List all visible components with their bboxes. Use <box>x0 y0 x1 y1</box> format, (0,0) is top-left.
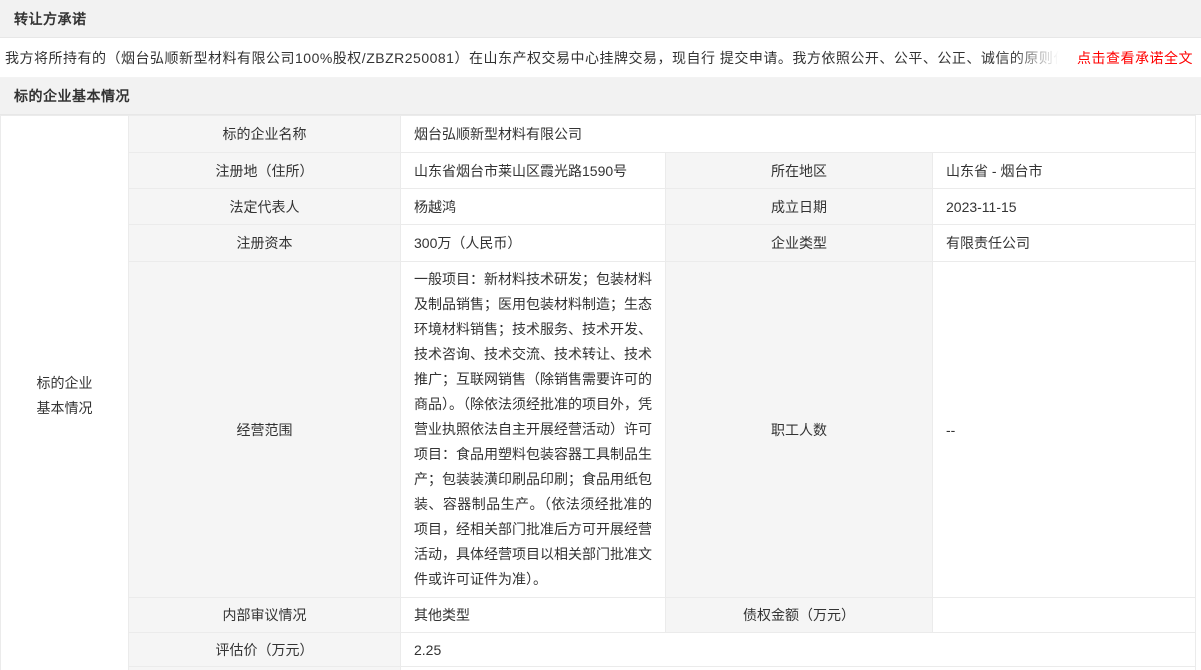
cutoff-label-cell <box>129 667 401 670</box>
row-capital-type: 注册资本 300万（人民币） 企业类型 有限责任公司 <box>1 225 1196 262</box>
field-value-debt-amount <box>933 598 1196 633</box>
basic-info-title: 标的企业基本情况 <box>14 86 130 106</box>
section-bar-basic-info: 标的企业基本情况 <box>0 78 1201 115</box>
field-label-establish-date: 成立日期 <box>666 189 933 225</box>
field-label-debt-amount: 债权金额（万元） <box>666 598 933 633</box>
field-value-legal-representative: 杨越鸿 <box>401 189 666 225</box>
field-label-legal-representative: 法定代表人 <box>129 189 401 225</box>
row-appraisal-price: 评估价（万元） 2.25 <box>1 633 1196 667</box>
group-cell-basic-info: 标的企业 基本情况 <box>1 116 129 670</box>
group-label-line1: 标的企业 <box>1 371 128 396</box>
row-address-region: 注册地（住所） 山东省烟台市莱山区霞光路1590号 所在地区 山东省 - 烟台市 <box>1 153 1196 189</box>
cutoff-value-cell <box>401 667 1196 670</box>
field-label-internal-review: 内部审议情况 <box>129 598 401 633</box>
basic-info-table: 标的企业 基本情况 标的企业名称 烟台弘顺新型材料有限公司 注册地（住所） 山东… <box>0 115 1196 670</box>
field-label-employee-count: 职工人数 <box>666 262 933 598</box>
field-value-business-scope: 一般项目：新材料技术研发；包装材料及制品销售；医用包装材料制造；生态环境材料销售… <box>401 262 666 598</box>
field-value-enterprise-type: 有限责任公司 <box>933 225 1196 262</box>
field-value-region: 山东省 - 烟台市 <box>933 153 1196 189</box>
row-cutoff-partial <box>1 667 1196 670</box>
listing-detail-page: 转让方承诺 我方将所持有的（烟台弘顺新型材料有限公司100%股权/ZBZR250… <box>0 0 1201 670</box>
row-company-name: 标的企业 基本情况 标的企业名称 烟台弘顺新型材料有限公司 <box>1 116 1196 153</box>
field-label-company-name: 标的企业名称 <box>129 116 401 153</box>
field-label-business-scope: 经营范围 <box>129 262 401 598</box>
field-label-appraisal-price: 评估价（万元） <box>129 633 401 667</box>
row-legal-rep-date: 法定代表人 杨越鸿 成立日期 2023-11-15 <box>1 189 1196 225</box>
section-bar-transferor-commitment: 转让方承诺 <box>0 0 1201 38</box>
field-value-appraisal-price: 2.25 <box>401 633 1196 667</box>
field-value-internal-review: 其他类型 <box>401 598 666 633</box>
row-scope-employees: 经营范围 一般项目：新材料技术研发；包装材料及制品销售；医用包装材料制造；生态环… <box>1 262 1196 598</box>
row-review-debt: 内部审议情况 其他类型 债权金额（万元） <box>1 598 1196 633</box>
group-label-line2: 基本情况 <box>1 396 128 421</box>
view-full-commitment-link[interactable]: 点击查看承诺全文 <box>1077 48 1193 68</box>
commitment-row: 我方将所持有的（烟台弘顺新型材料有限公司100%股权/ZBZR250081）在山… <box>0 38 1201 78</box>
field-value-establish-date: 2023-11-15 <box>933 189 1196 225</box>
field-value-employee-count: -- <box>933 262 1196 598</box>
field-value-registered-capital: 300万（人民币） <box>401 225 666 262</box>
transferor-commitment-title: 转让方承诺 <box>14 9 87 29</box>
field-value-company-name: 烟台弘顺新型材料有限公司 <box>401 116 1196 153</box>
commitment-text: 我方将所持有的（烟台弘顺新型材料有限公司100%股权/ZBZR250081）在山… <box>5 48 1067 68</box>
field-label-region: 所在地区 <box>666 153 933 189</box>
field-label-registered-capital: 注册资本 <box>129 225 401 262</box>
field-label-enterprise-type: 企业类型 <box>666 225 933 262</box>
field-value-registered-address: 山东省烟台市莱山区霞光路1590号 <box>401 153 666 189</box>
field-label-registered-address: 注册地（住所） <box>129 153 401 189</box>
